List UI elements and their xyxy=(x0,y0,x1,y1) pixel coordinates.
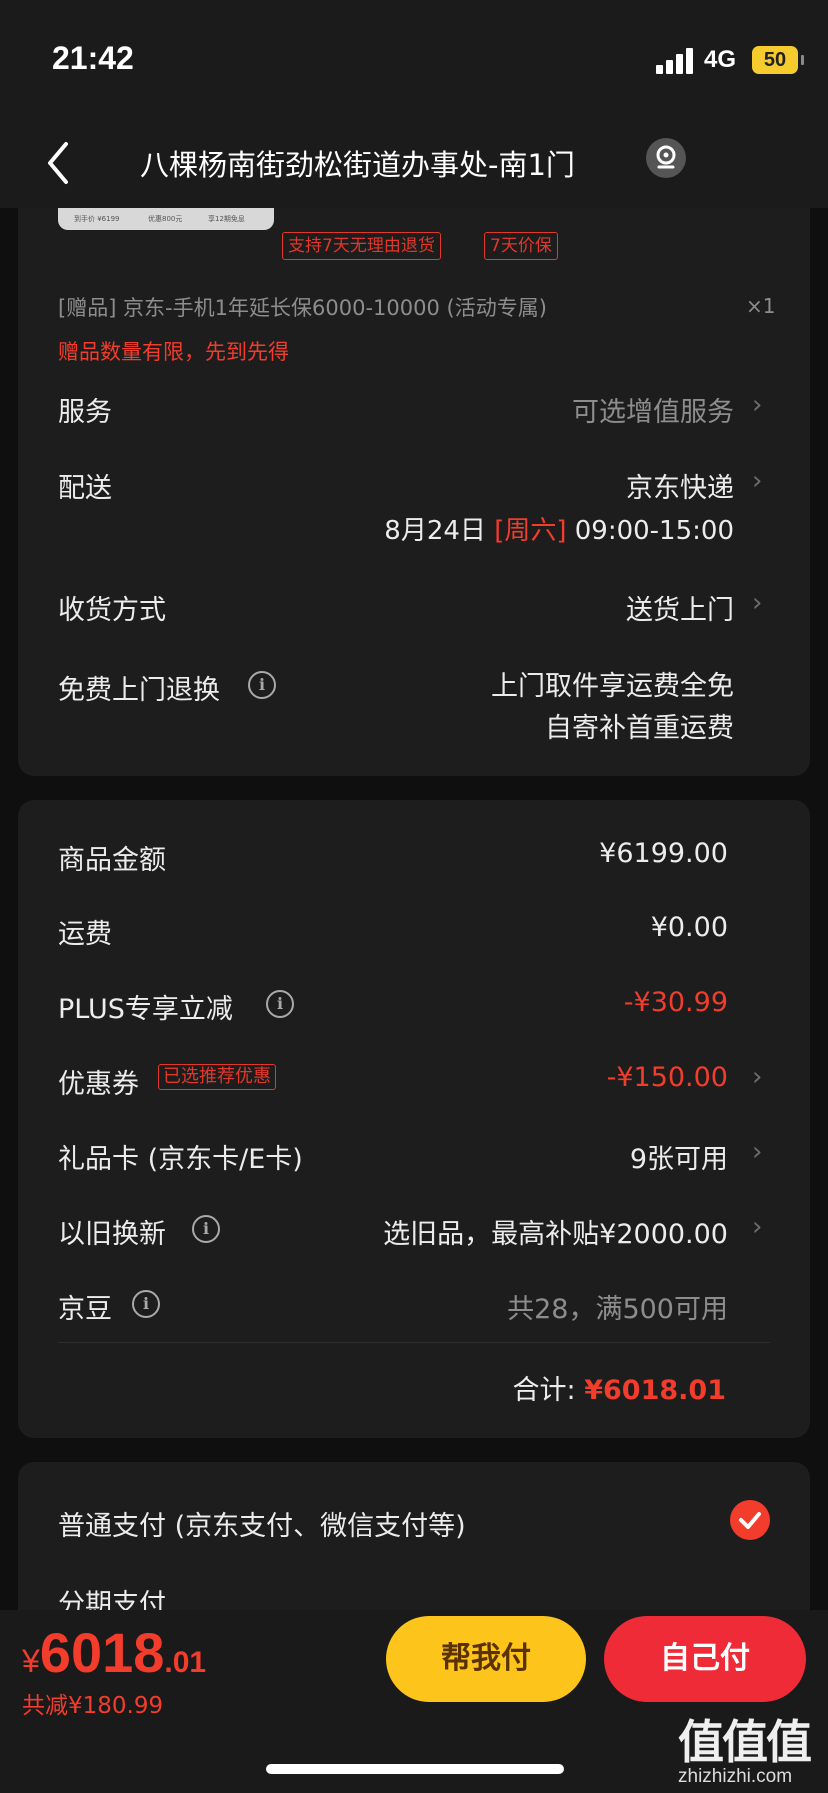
tradein-label: 以旧换新 xyxy=(58,1219,166,1250)
network-type: 4G xyxy=(704,46,737,73)
chevron-right-icon[interactable]: › xyxy=(752,390,762,420)
info-icon[interactable]: i xyxy=(132,1290,160,1318)
goods-amount-value: ¥6199.00 xyxy=(599,838,728,869)
delivery-label: 配送 xyxy=(58,473,112,504)
plus-discount-value: -¥30.99 xyxy=(623,987,728,1018)
delivery-weekday: [周六] xyxy=(494,516,567,546)
chevron-right-icon[interactable]: › xyxy=(752,588,762,618)
chevron-right-icon[interactable]: › xyxy=(752,1137,762,1167)
gift-item[interactable]: [赠品] 京东-手机1年延长保6000-10000 (活动专属) xyxy=(58,292,547,322)
watermark-url: zhizhizhi.com xyxy=(678,1766,793,1787)
chevron-left-icon[interactable] xyxy=(42,138,82,188)
total-label: 合计: xyxy=(512,1375,576,1406)
receive-value[interactable]: 送货上门 xyxy=(626,588,734,627)
price-currency: ¥ xyxy=(22,1643,40,1679)
plus-discount-label: PLUS专享立减 xyxy=(58,994,233,1025)
shipping-label: 运费 xyxy=(58,919,112,950)
signal-icon xyxy=(656,48,696,74)
location-pin-icon[interactable] xyxy=(646,138,686,178)
chevron-right-icon[interactable]: › xyxy=(752,1062,762,1092)
final-price: ¥6018.01 xyxy=(22,1620,206,1685)
shipping-value: ¥0.00 xyxy=(650,912,728,943)
coupon-label: 优惠券 xyxy=(58,1069,139,1100)
goods-amount-label: 商品金额 xyxy=(58,845,166,876)
gift-quantity: ×1 xyxy=(746,294,776,318)
return-label: 免费上门退换 xyxy=(58,675,220,706)
nav-bar: 八棵杨南街劲松街道办事处-南1门 xyxy=(0,120,828,208)
service-label: 服务 xyxy=(58,397,112,428)
return-line1: 上门取件享运费全免 xyxy=(491,671,734,702)
giftcard-label: 礼品卡 (京东卡/E卡) xyxy=(58,1144,303,1175)
return-policy-tag: 支持7天无理由退货 xyxy=(282,232,441,260)
thumb-text: 优惠800元 xyxy=(148,215,183,223)
info-icon[interactable]: i xyxy=(248,671,276,699)
delivery-time: 09:00-15:00 xyxy=(574,516,734,546)
price-decimal: .01 xyxy=(164,1646,207,1679)
home-indicator[interactable] xyxy=(266,1764,564,1774)
info-icon[interactable]: i xyxy=(192,1215,220,1243)
coupon-value[interactable]: -¥150.00 xyxy=(607,1062,728,1093)
price-protect-tag: 7天价保 xyxy=(484,232,558,260)
self-pay-button[interactable]: 自己付 xyxy=(604,1616,806,1702)
receive-label: 收货方式 xyxy=(58,595,166,626)
check-icon[interactable] xyxy=(730,1500,770,1540)
service-value[interactable]: 可选增值服务 xyxy=(572,390,734,429)
tradein-value[interactable]: 选旧品，最高补贴¥2000.00 xyxy=(383,1212,728,1251)
status-bar: 21:42 4G 50 xyxy=(0,0,828,120)
address-title[interactable]: 八棵杨南街劲松街道办事处-南1门 xyxy=(140,142,575,184)
thumb-text: 到手价 ¥6199 xyxy=(74,215,120,223)
normal-payment-label[interactable]: 普通支付 (京东支付、微信支付等) xyxy=(58,1504,466,1543)
delivery-date: 8月24日 xyxy=(384,516,486,546)
status-time: 21:42 xyxy=(52,40,134,76)
total-value: ¥6018.01 xyxy=(584,1375,726,1406)
gift-note: 赠品数量有限，先到先得 xyxy=(58,340,289,364)
chevron-right-icon[interactable]: › xyxy=(752,466,762,496)
chevron-right-icon[interactable]: › xyxy=(752,1212,762,1242)
total-savings: 共减¥180.99 xyxy=(22,1693,164,1719)
delivery-value[interactable]: 京东快递 xyxy=(626,466,734,505)
divider xyxy=(58,1342,770,1343)
battery-icon: 50 xyxy=(752,46,804,74)
info-icon[interactable]: i xyxy=(266,990,294,1018)
return-line2: 自寄补首重运费 xyxy=(545,713,734,744)
jingdou-label: 京豆 xyxy=(58,1294,112,1325)
order-total: 合计: ¥6018.01 xyxy=(513,1368,726,1407)
jingdou-value: 共28，满500可用 xyxy=(507,1294,728,1325)
delivery-schedule[interactable]: 8月24日 [周六] 09:00-15:00 xyxy=(384,510,734,547)
price-integer: 6018 xyxy=(39,1621,165,1684)
giftcard-value[interactable]: 9张可用 xyxy=(630,1137,728,1176)
thumb-text: 享12期免息 xyxy=(208,215,245,223)
watermark-logo: 值值值 xyxy=(678,1715,812,1769)
help-pay-button[interactable]: 帮我付 xyxy=(386,1616,586,1702)
product-thumbnail: 到手价 ¥6199 优惠800元 享12期免息 xyxy=(58,208,274,230)
coupon-tag: 已选推荐优惠 xyxy=(158,1064,276,1090)
